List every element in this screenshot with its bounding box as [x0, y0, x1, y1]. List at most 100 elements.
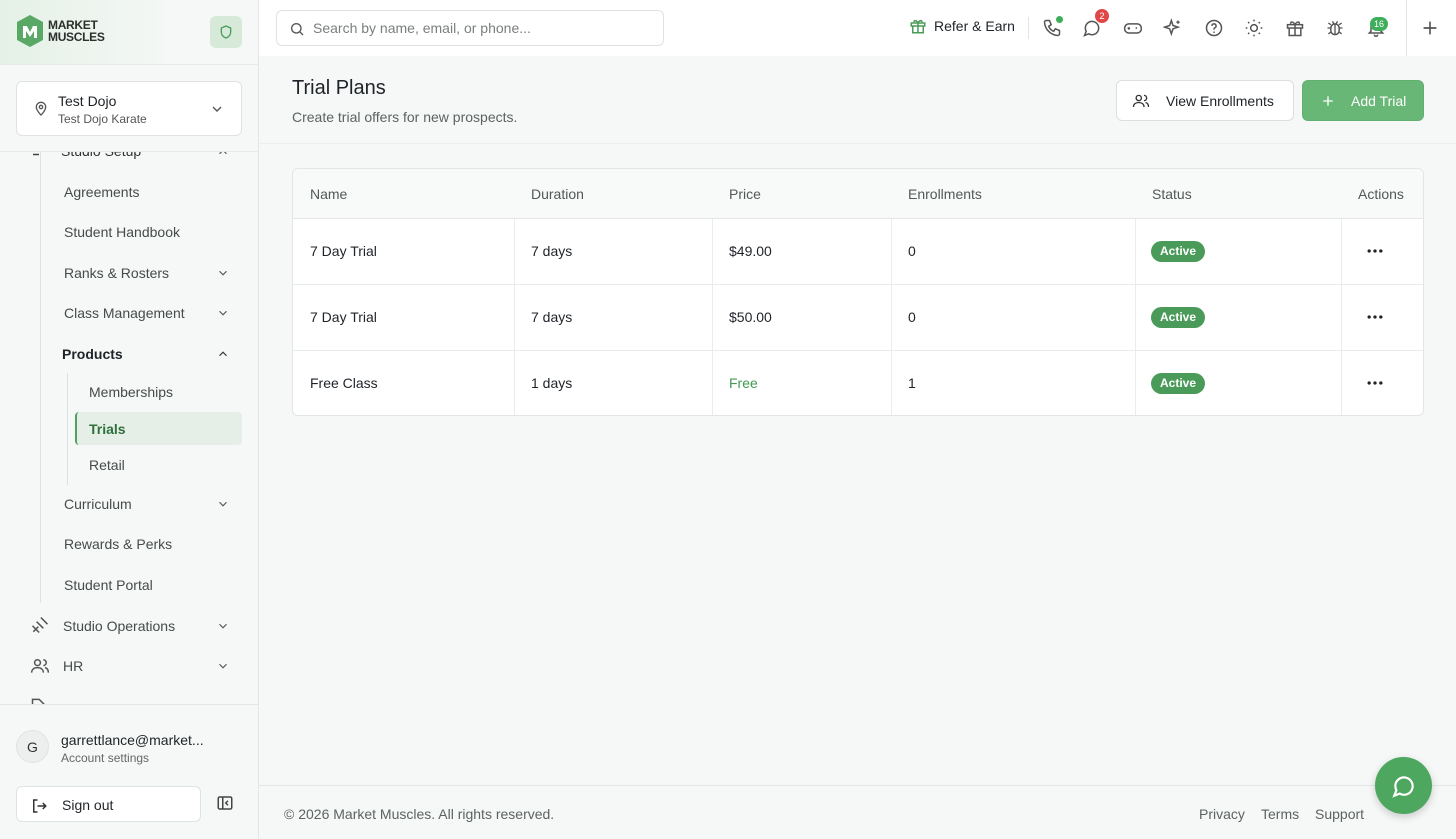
footer: © 2026 Market Muscles. All rights reserv…: [259, 785, 1456, 839]
terms-link[interactable]: Terms: [1261, 806, 1299, 822]
column-header-price[interactable]: Price: [729, 186, 761, 202]
location-subtitle: Test Dojo Karate: [58, 112, 147, 126]
trial-name: 7 Day Trial: [310, 309, 377, 325]
chevron-down-icon[interactable]: [216, 266, 230, 280]
column-header-status[interactable]: Status: [1152, 186, 1192, 202]
sun-icon[interactable]: [1244, 18, 1264, 38]
more-horizontal-icon[interactable]: [1365, 373, 1385, 393]
chevron-down-icon[interactable]: [216, 659, 230, 673]
map-pin-icon: [35, 101, 47, 116]
gamepad-icon[interactable]: [1123, 18, 1143, 38]
support-link[interactable]: Support: [1315, 806, 1364, 822]
chevron-up-icon[interactable]: [216, 347, 230, 361]
trial-price: $50.00: [729, 309, 772, 325]
sidebar-item-student-portal[interactable]: Student Portal: [64, 577, 153, 593]
sidebar-collapse-icon[interactable]: [216, 794, 234, 812]
trial-duration: 7 days: [531, 309, 573, 325]
search-input[interactable]: [313, 11, 653, 45]
divider: [0, 151, 258, 152]
add-trial-button[interactable]: Add Trial: [1302, 80, 1424, 121]
location-switcher[interactable]: Test Dojo Test Dojo Karate: [16, 81, 242, 136]
plus-icon: [1323, 96, 1333, 106]
trial-enrollments: 0: [908, 243, 916, 259]
add-trial-label: Add Trial: [1351, 93, 1407, 109]
tag-icon: [31, 698, 45, 704]
page-header: Trial Plans Create trial offers for new …: [259, 56, 1456, 144]
trial-enrollments: 0: [908, 309, 916, 325]
chat-bubble-icon: [1391, 775, 1414, 798]
column-header-enrollments[interactable]: Enrollments: [908, 186, 982, 202]
status-badge: Active: [1151, 373, 1206, 394]
avatar[interactable]: G: [16, 730, 49, 763]
divider: [0, 704, 258, 705]
header-divider: [1028, 17, 1029, 39]
sidebar: MARKET MUSCLES Test Dojo Test Dojo Karat…: [0, 0, 259, 839]
column-header-name[interactable]: Name: [310, 186, 347, 202]
divider: [0, 64, 258, 65]
sidebar-item-curriculum[interactable]: Curriculum: [64, 496, 132, 512]
privacy-link[interactable]: Privacy: [1199, 806, 1245, 822]
account-email[interactable]: garrettlance@market...: [61, 732, 204, 748]
sign-out-button[interactable]: Sign out: [16, 786, 201, 822]
sidebar-item-student-handbook[interactable]: Student Handbook: [64, 224, 180, 240]
chevron-down-icon[interactable]: [216, 619, 230, 633]
sidebar-item-studio-operations[interactable]: Studio Operations: [63, 618, 175, 634]
page-title: Trial Plans: [292, 77, 386, 99]
sparkles-icon[interactable]: [1163, 18, 1183, 38]
chat-support-button[interactable]: [1375, 757, 1432, 814]
header-divider: [1406, 0, 1407, 56]
global-search[interactable]: [276, 10, 664, 46]
users-icon: [30, 659, 50, 673]
sidebar-item-class-management[interactable]: Class Management: [64, 305, 185, 321]
brand-wordmark: MARKET MUSCLES: [48, 18, 105, 44]
nav-tree-line: [40, 151, 41, 603]
view-enrollments-button[interactable]: View Enrollments: [1116, 80, 1294, 121]
sidebar-item-hr[interactable]: HR: [63, 658, 83, 674]
shield-icon: [220, 25, 232, 39]
plus-icon[interactable]: [1419, 17, 1441, 39]
help-icon[interactable]: [1204, 18, 1224, 38]
sidebar-item-products[interactable]: Products: [62, 346, 123, 362]
status-badge: Active: [1151, 241, 1206, 262]
table-row[interactable]: 7 Day Trial 7 days $49.00 0 Active: [293, 219, 1423, 285]
gift-icon[interactable]: [1285, 18, 1305, 38]
column-header-actions: Actions: [1358, 186, 1404, 202]
trial-name: Free Class: [310, 375, 378, 391]
view-enrollments-label: View Enrollments: [1166, 93, 1274, 109]
trial-duration: 1 days: [531, 375, 573, 391]
sign-out-label: Sign out: [62, 797, 114, 813]
chevron-down-icon[interactable]: [216, 497, 230, 511]
page-subtitle: Create trial offers for new prospects.: [292, 109, 518, 125]
sidebar-item-rewards-perks[interactable]: Rewards & Perks: [64, 536, 172, 552]
logout-icon: [33, 799, 47, 813]
trial-plans-table: Name Duration Price Enrollments Status A…: [292, 168, 1424, 416]
sidebar-header: MARKET MUSCLES: [0, 0, 258, 64]
sidebar-item-memberships[interactable]: Memberships: [89, 384, 173, 400]
trial-price: $49.00: [729, 243, 772, 259]
sidebar-item-agreements[interactable]: Agreements: [64, 184, 139, 200]
brand-logo[interactable]: MARKET MUSCLES: [16, 14, 105, 48]
more-horizontal-icon[interactable]: [1365, 241, 1385, 261]
trial-price: Free: [729, 375, 758, 391]
messages-badge: 2: [1095, 9, 1109, 23]
table-row[interactable]: Free Class 1 days Free 1 Active: [293, 351, 1423, 415]
search-icon: [291, 23, 304, 36]
account-settings-link[interactable]: Account settings: [61, 751, 149, 765]
column-header-duration[interactable]: Duration: [531, 186, 584, 202]
sidebar-item-ranks-rosters[interactable]: Ranks & Rosters: [64, 265, 169, 281]
users-icon: [1132, 94, 1150, 108]
more-horizontal-icon[interactable]: [1365, 307, 1385, 327]
trial-name: 7 Day Trial: [310, 243, 377, 259]
sidebar-section-studio-setup[interactable]: Studio Setup: [61, 151, 141, 159]
sidebar-item-retail[interactable]: Retail: [89, 457, 125, 473]
sidebar-item-trials[interactable]: Trials: [89, 421, 126, 437]
security-shield-button[interactable]: [210, 16, 242, 48]
table-row[interactable]: 7 Day Trial 7 days $50.00 0 Active: [293, 285, 1423, 351]
logo-mark-icon: [17, 15, 43, 47]
bug-icon[interactable]: [1325, 18, 1345, 38]
phone-status-dot: [1056, 16, 1063, 23]
refer-earn-button[interactable]: Refer & Earn: [909, 17, 1015, 35]
chevron-down-icon[interactable]: [216, 306, 230, 320]
copyright: © 2026 Market Muscles. All rights reserv…: [284, 806, 555, 822]
trial-enrollments: 1: [908, 375, 916, 391]
